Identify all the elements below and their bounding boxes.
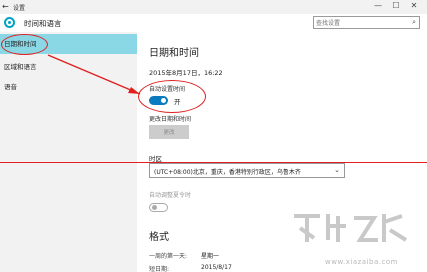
- short-date-label: 短日期:: [149, 266, 170, 272]
- dst-label: 自动调整夏令时: [149, 192, 192, 199]
- change-time-label: 更改日期和时间: [149, 116, 192, 123]
- timezone-value: (UTC+08:00)北京，重庆，香港特别行政区，乌鲁木齐: [154, 169, 301, 176]
- close-button[interactable]: ✕: [407, 1, 421, 10]
- search-icon[interactable]: ⌕: [412, 18, 416, 27]
- annotation-divider-line: [0, 162, 427, 164]
- title-bar: ← 设置 — ☐ ✕: [0, 0, 427, 14]
- window-title: 设置: [13, 5, 26, 12]
- chevron-down-icon: ⌄: [334, 166, 340, 174]
- sidebar-item-label: 区域和语言: [4, 63, 37, 71]
- page-title: 时间和语言: [24, 19, 62, 28]
- dst-toggle[interactable]: [149, 203, 168, 212]
- annotation-circle-sidebar: [1, 34, 48, 55]
- first-day-label: 一周的第一天:: [149, 253, 188, 260]
- sidebar-item-region-language[interactable]: 区域和语言: [0, 57, 137, 77]
- watermark-logo: [294, 214, 408, 242]
- search-input[interactable]: [316, 18, 406, 28]
- minimize-button[interactable]: —: [371, 1, 385, 10]
- change-time-button[interactable]: 更改: [149, 125, 189, 139]
- short-date-value: 2015/8/17: [201, 264, 232, 271]
- watermark-text: www.xiazaiba.com: [325, 258, 398, 266]
- back-arrow-icon[interactable]: ←: [2, 2, 9, 11]
- search-box[interactable]: ⌕: [313, 16, 420, 29]
- maximize-button[interactable]: ☐: [389, 1, 403, 10]
- current-datetime: 2015年8月17日，16:22: [149, 69, 223, 77]
- main-heading: 日期和时间: [149, 48, 199, 59]
- settings-window: ← 设置 — ☐ ✕ 时间和语言 ⌕ 日期和时间 区域和语言 语音 日期和时间 …: [0, 0, 427, 272]
- annotation-circle-toggle: [138, 80, 206, 113]
- sidebar-item-speech[interactable]: 语音: [0, 77, 137, 97]
- sidebar-item-label: 语音: [4, 83, 17, 91]
- first-day-value: 星期一: [201, 253, 220, 260]
- toggle-knob: [152, 205, 157, 210]
- sidebar: 日期和时间 区域和语言 语音: [0, 32, 137, 272]
- gear-icon: [4, 17, 15, 28]
- format-heading: 格式: [149, 232, 169, 243]
- timezone-select[interactable]: (UTC+08:00)北京，重庆，香港特别行政区，乌鲁木齐 ⌄: [149, 163, 345, 178]
